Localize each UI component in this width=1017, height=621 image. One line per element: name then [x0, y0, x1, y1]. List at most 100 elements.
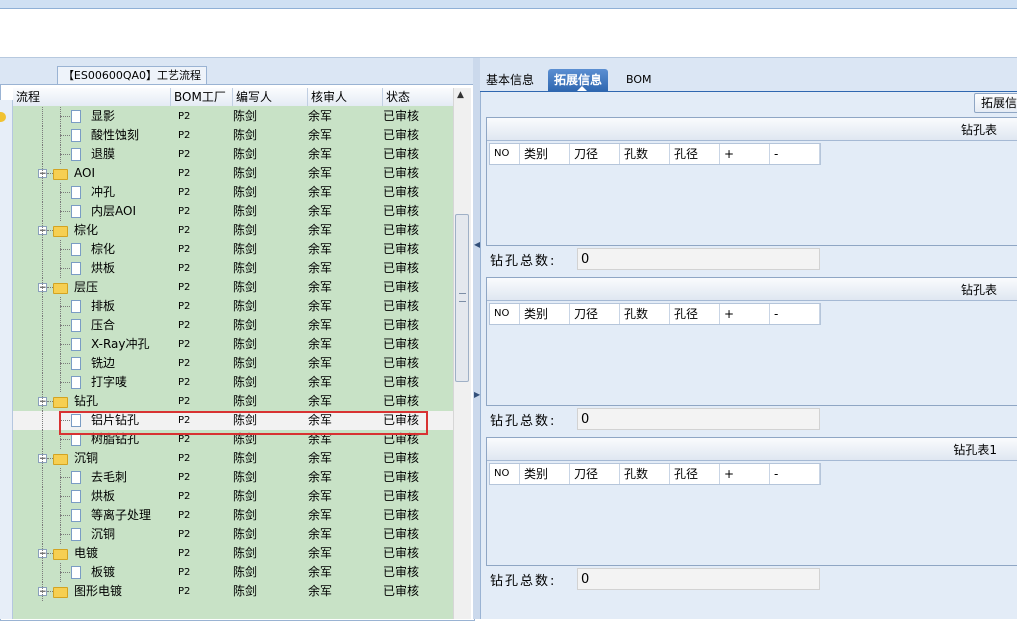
drill-column[interactable]: NO — [490, 304, 520, 324]
drill-column[interactable]: 类别 — [520, 464, 570, 484]
remove-row-button[interactable]: - — [770, 304, 820, 324]
add-row-button[interactable]: + — [720, 144, 770, 164]
table-row[interactable]: 冲孔 P2 陈剑 余军 已审核 — [13, 183, 453, 202]
tree-connector — [42, 487, 43, 506]
tree-connector — [60, 439, 70, 440]
status-cell: 已审核 — [383, 147, 420, 161]
tree-connector — [60, 477, 70, 478]
status-cell: 已审核 — [383, 527, 420, 541]
table-row[interactable]: 烘板 P2 陈剑 余军 已审核 — [13, 487, 453, 506]
table-row[interactable]: 打字唛 P2 陈剑 余军 已审核 — [13, 373, 453, 392]
table-row[interactable]: 等离子处理 P2 陈剑 余军 已审核 — [13, 506, 453, 525]
tree-connector — [60, 525, 61, 544]
tree-connector — [60, 506, 61, 525]
tree-connector — [42, 202, 43, 221]
table-row[interactable]: 沉铜 P2 陈剑 余军 已审核 — [13, 525, 453, 544]
col-reviewer[interactable]: 核审人 — [308, 88, 383, 106]
table-row[interactable]: − 钻孔 P2 陈剑 余军 已审核 — [13, 392, 453, 411]
table-row[interactable]: − 沉铜 P2 陈剑 余军 已审核 — [13, 449, 453, 468]
document-icon — [71, 205, 81, 218]
tree-connector — [60, 126, 61, 145]
tab-bom[interactable]: BOM — [620, 69, 658, 91]
drill-table-header: 钻孔表 — [487, 118, 1017, 141]
bom-factory-cell: P2 — [178, 339, 191, 350]
drill-column[interactable]: NO — [490, 144, 520, 164]
panel-splitter[interactable] — [473, 58, 480, 619]
table-row[interactable]: − 图形电镀 P2 陈剑 余军 已审核 — [13, 582, 453, 601]
col-process[interactable]: 流程 — [13, 88, 171, 106]
tree-connector — [42, 240, 43, 259]
document-icon — [71, 490, 81, 503]
drill-column[interactable]: 类别 — [520, 144, 570, 164]
drill-column[interactable]: 孔径 — [670, 464, 720, 484]
process-name-cell: 压合 — [13, 316, 171, 335]
tree-connector — [42, 278, 43, 297]
document-icon — [71, 566, 81, 579]
process-name-cell: 内层AOI — [13, 202, 171, 221]
table-row[interactable]: 酸性蚀刻 P2 陈剑 余军 已审核 — [13, 126, 453, 145]
process-name: 烘板 — [91, 261, 116, 275]
drill-column[interactable]: 孔数 — [620, 464, 670, 484]
drill-total-field[interactable]: 0 — [577, 248, 820, 270]
table-row[interactable]: 去毛刺 P2 陈剑 余军 已审核 — [13, 468, 453, 487]
tree-connector — [60, 496, 70, 497]
left-collapse-strip[interactable] — [0, 100, 13, 619]
scroll-thumb[interactable] — [455, 214, 469, 382]
drill-total-label: 钻孔总数: — [490, 574, 557, 589]
reviewer-cell: 余军 — [308, 451, 333, 465]
table-row[interactable]: 退膜 P2 陈剑 余军 已审核 — [13, 145, 453, 164]
drill-column[interactable]: 孔数 — [620, 304, 670, 324]
table-row[interactable]: 烘板 P2 陈剑 余军 已审核 — [13, 259, 453, 278]
bom-factory-cell: P2 — [178, 244, 191, 255]
process-name-cell: − 钻孔 — [13, 392, 171, 411]
drill-total-field[interactable]: 0 — [577, 568, 820, 590]
drill-column[interactable]: 类别 — [520, 304, 570, 324]
bom-factory-cell: P2 — [178, 491, 191, 502]
process-name: 酸性蚀刻 — [91, 128, 140, 142]
status-cell: 已审核 — [383, 166, 420, 180]
remove-row-button[interactable]: - — [770, 464, 820, 484]
table-row[interactable]: 排板 P2 陈剑 余军 已审核 — [13, 297, 453, 316]
drill-column[interactable]: 孔径 — [670, 304, 720, 324]
remove-row-button[interactable]: - — [770, 144, 820, 164]
table-row[interactable]: X-Ray冲孔 P2 陈剑 余军 已审核 — [13, 335, 453, 354]
process-name: AOI — [74, 166, 95, 180]
drill-column[interactable]: 刀径 — [570, 464, 620, 484]
writer-cell: 陈剑 — [233, 337, 258, 351]
col-writer[interactable]: 编写人 — [233, 88, 308, 106]
reviewer-cell: 余军 — [308, 204, 333, 218]
table-row[interactable]: − AOI P2 陈剑 余军 已审核 — [13, 164, 453, 183]
drill-column[interactable]: NO — [490, 464, 520, 484]
drill-column[interactable]: 孔径 — [670, 144, 720, 164]
table-row[interactable]: 板镀 P2 陈剑 余军 已审核 — [13, 563, 453, 582]
table-row[interactable]: − 层压 P2 陈剑 余军 已审核 — [13, 278, 453, 297]
process-tree-grid: 显影 P2 陈剑 余军 已审核 酸性蚀刻 P2 陈剑 余军 已审核 退膜 P2 陈剑 余军 已审核 − AOI P… — [13, 106, 453, 619]
col-bom-factory[interactable]: BOM工厂 — [171, 88, 233, 106]
bom-factory-cell: P2 — [178, 358, 191, 369]
table-row[interactable]: 压合 P2 陈剑 余军 已审核 — [13, 316, 453, 335]
drill-total-field[interactable]: 0 — [577, 408, 820, 430]
bom-factory-cell: P2 — [178, 510, 191, 521]
writer-cell: 陈剑 — [233, 299, 258, 313]
scroll-up-icon[interactable]: ▲ — [457, 90, 464, 100]
table-row[interactable]: 铣边 P2 陈剑 余军 已审核 — [13, 354, 453, 373]
add-row-button[interactable]: + — [720, 304, 770, 324]
tab-basic-info[interactable]: 基本信息 — [480, 69, 540, 91]
col-status[interactable]: 状态 — [383, 88, 453, 106]
extended-info-button[interactable]: 拓展信 — [974, 93, 1017, 113]
reviewer-cell: 余军 — [308, 584, 333, 598]
drill-column[interactable]: 孔数 — [620, 144, 670, 164]
tree-connector — [42, 297, 43, 316]
table-row[interactable]: 显影 P2 陈剑 余军 已审核 — [13, 107, 453, 126]
document-icon — [71, 148, 81, 161]
table-row[interactable]: 棕化 P2 陈剑 余军 已审核 — [13, 240, 453, 259]
drill-column[interactable]: 刀径 — [570, 144, 620, 164]
table-row[interactable]: 内层AOI P2 陈剑 余军 已审核 — [13, 202, 453, 221]
table-row[interactable]: − 电镀 P2 陈剑 余军 已审核 — [13, 544, 453, 563]
process-name: 棕化 — [91, 242, 116, 256]
process-scrollbar[interactable]: ▲ — [453, 88, 471, 619]
table-row[interactable]: − 棕化 P2 陈剑 余军 已审核 — [13, 221, 453, 240]
process-name: 打字唛 — [91, 375, 128, 389]
add-row-button[interactable]: + — [720, 464, 770, 484]
drill-column[interactable]: 刀径 — [570, 304, 620, 324]
